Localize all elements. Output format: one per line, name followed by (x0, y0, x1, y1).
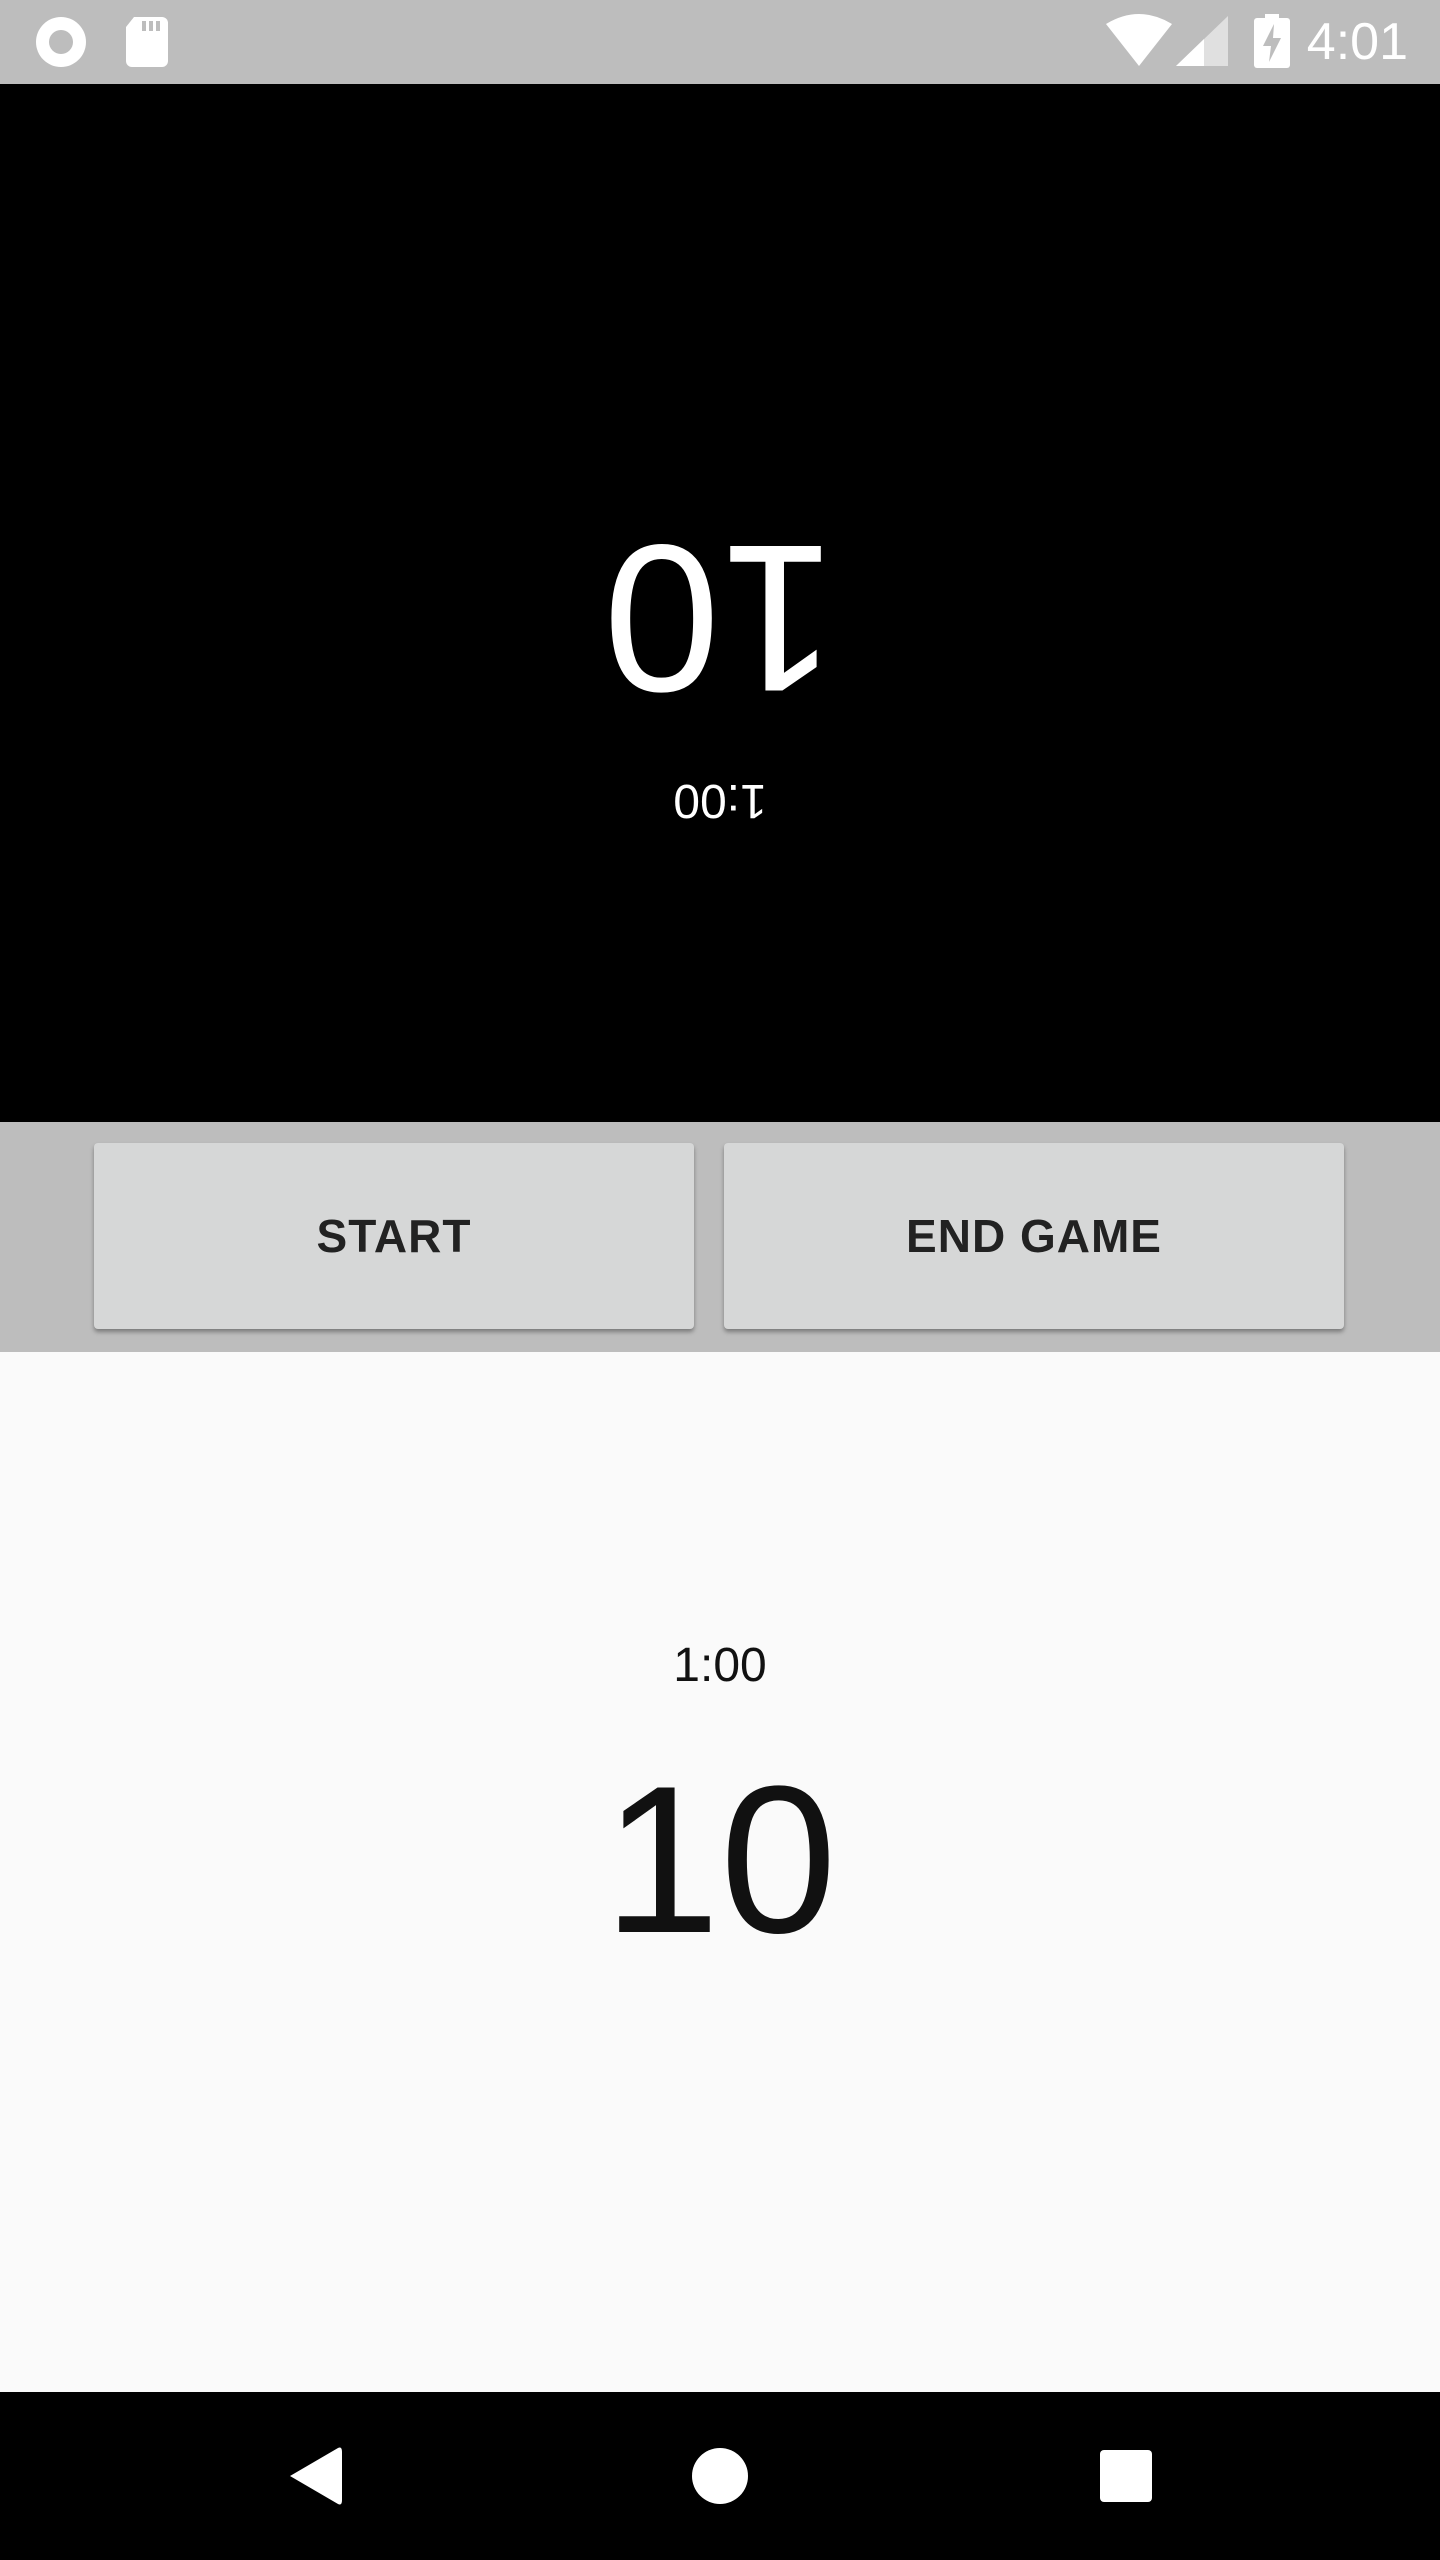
signal-icon (1176, 16, 1228, 66)
status-bar: 4:01 (0, 0, 1440, 84)
home-icon (692, 2448, 748, 2504)
start-button[interactable]: START (94, 1143, 694, 1329)
record-icon (36, 17, 86, 67)
app-root: 4:01 10 1:00 START END GAME 1:00 10 (0, 0, 1440, 2560)
player-top-score: 10 (603, 501, 837, 736)
wifi-icon (1106, 14, 1172, 66)
recents-button[interactable] (1076, 2426, 1176, 2526)
navigation-bar (0, 2392, 1440, 2560)
player-top-panel[interactable]: 10 1:00 (0, 84, 1440, 1122)
status-time: 4:01 (1306, 13, 1408, 71)
battery-charging-icon (1254, 14, 1290, 68)
home-button[interactable] (670, 2426, 770, 2526)
player-bottom-timer: 1:00 (673, 1639, 767, 1692)
back-icon (290, 2447, 342, 2505)
back-button[interactable] (266, 2426, 366, 2526)
recents-icon (1100, 2450, 1152, 2502)
control-bar: START END GAME (0, 1122, 1440, 1352)
player-top-timer: 1:00 (673, 774, 767, 827)
player-bottom-panel[interactable]: 1:00 10 (0, 1352, 1440, 2392)
end-game-button[interactable]: END GAME (724, 1143, 1344, 1329)
player-bottom-score: 10 (603, 1742, 837, 1977)
sd-card-icon (126, 17, 168, 67)
